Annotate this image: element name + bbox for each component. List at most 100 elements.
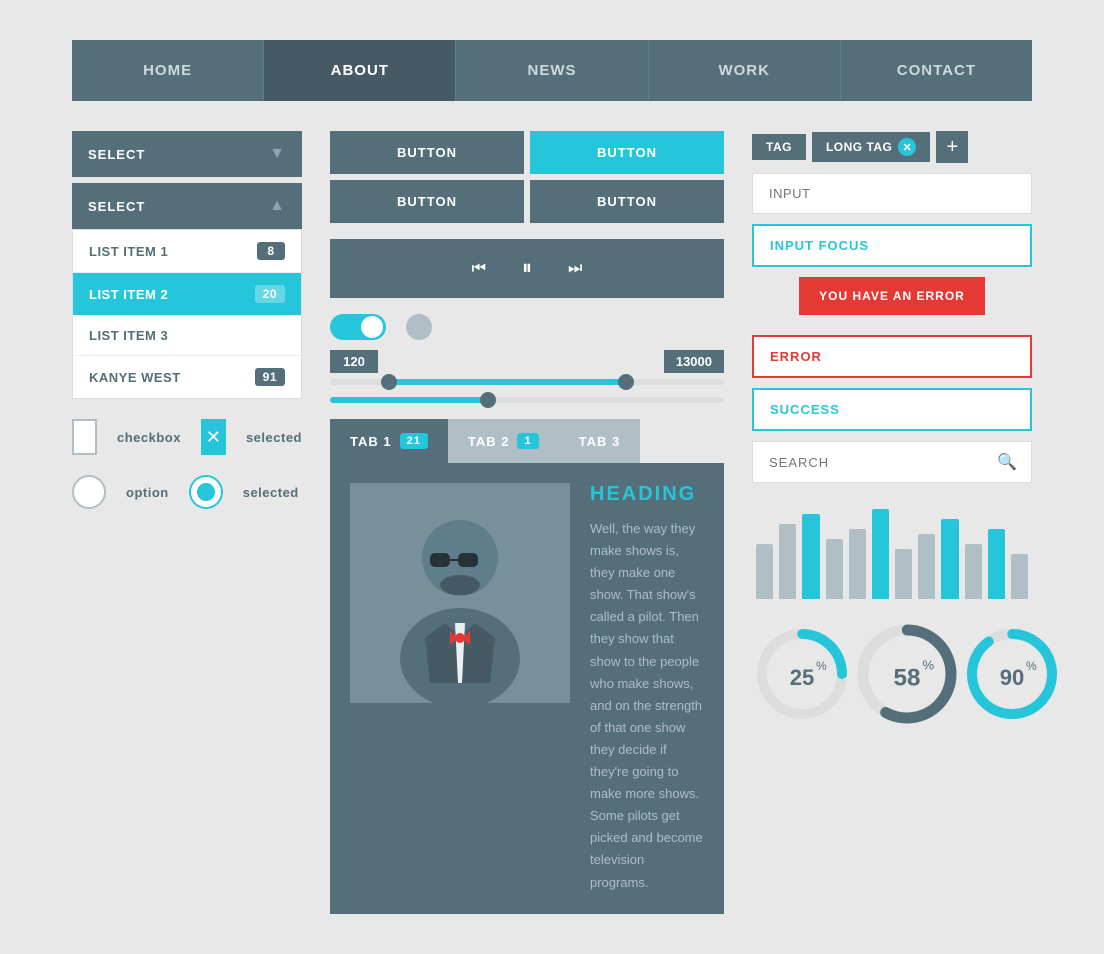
svg-text:25: 25 bbox=[790, 665, 814, 690]
tab-3[interactable]: TAB 3 bbox=[559, 419, 641, 463]
checkbox-label: checkbox bbox=[117, 430, 181, 445]
bar-chart bbox=[752, 499, 1032, 599]
svg-text:%: % bbox=[1026, 659, 1037, 673]
tags-row: TAG LONG TAG ✕ + bbox=[752, 131, 1032, 163]
svg-text:%: % bbox=[922, 658, 934, 673]
nav-about[interactable]: ABOUT bbox=[264, 40, 456, 101]
donut-chart: 25% bbox=[752, 624, 852, 724]
donuts-row: 25%58%90% bbox=[752, 619, 1032, 729]
button-grid: BUTTON BUTTON BUTTON BUTTON bbox=[330, 131, 724, 223]
list-item-label: LIST ITEM 3 bbox=[89, 328, 168, 343]
media-player: ⏮ ⏸ ⏭ bbox=[330, 239, 724, 298]
chart-bar bbox=[802, 514, 819, 599]
checkbox-checked[interactable]: ✕ bbox=[201, 419, 226, 455]
radio-selected[interactable] bbox=[189, 475, 223, 509]
radio-unselected[interactable] bbox=[72, 475, 106, 509]
slider-track[interactable] bbox=[330, 379, 724, 385]
search-icon-button[interactable]: 🔍 bbox=[983, 442, 1031, 482]
mid-column: BUTTON BUTTON BUTTON BUTTON ⏮ ⏸ ⏭ 120 1 bbox=[330, 131, 724, 914]
list-item[interactable]: LIST ITEM 1 8 bbox=[73, 230, 301, 273]
chart-bar bbox=[872, 509, 889, 599]
tag-add-button[interactable]: + bbox=[936, 131, 968, 163]
error-tooltip-wrap: YOU HAVE AN ERROR bbox=[752, 277, 1032, 325]
input-field[interactable] bbox=[752, 173, 1032, 214]
tag-2-label: LONG TAG bbox=[826, 140, 892, 154]
chart-bar bbox=[941, 519, 958, 599]
chart-bar bbox=[779, 524, 796, 599]
donut-chart: 58% bbox=[852, 619, 962, 729]
button-3[interactable]: BUTTON bbox=[330, 180, 524, 223]
chevron-down-icon: ▼ bbox=[269, 145, 286, 163]
tabs: TAB 1 21 TAB 2 1 TAB 3 bbox=[330, 419, 724, 463]
input-focus-field[interactable] bbox=[752, 224, 1032, 267]
toggle-row bbox=[330, 314, 724, 340]
single-slider[interactable] bbox=[330, 397, 724, 403]
list-item-badge: 20 bbox=[255, 285, 285, 303]
select-1-label: SELECT bbox=[88, 147, 145, 162]
chart-bar bbox=[988, 529, 1005, 599]
list-item-label: KANYE WEST bbox=[89, 370, 181, 385]
chart-bar bbox=[918, 534, 935, 599]
toggle-circle[interactable] bbox=[406, 314, 432, 340]
selected-radio-label: selected bbox=[243, 485, 299, 500]
nav-work[interactable]: WORK bbox=[649, 40, 841, 101]
tab-image bbox=[350, 483, 570, 703]
button-1[interactable]: BUTTON bbox=[330, 131, 524, 174]
chart-bar bbox=[965, 544, 982, 599]
tab-1[interactable]: TAB 1 21 bbox=[330, 419, 448, 463]
tab-2-badge: 1 bbox=[517, 433, 538, 449]
nav-news[interactable]: NEWS bbox=[456, 40, 648, 101]
search-box: 🔍 bbox=[752, 441, 1032, 483]
chart-bar bbox=[1011, 554, 1028, 599]
svg-text:%: % bbox=[816, 659, 827, 673]
checkbox-row: checkbox ✕ selected bbox=[72, 419, 302, 455]
button-4[interactable]: BUTTON bbox=[530, 180, 724, 223]
chevron-up-icon: ▲ bbox=[269, 197, 286, 215]
error-field[interactable] bbox=[752, 335, 1032, 378]
select-2-label: SELECT bbox=[88, 199, 145, 214]
tab-2[interactable]: TAB 2 1 bbox=[448, 419, 559, 463]
main-nav: HOME ABOUT NEWS WORK CONTACT bbox=[72, 40, 1032, 101]
select-dropdown-1[interactable]: SELECT ▼ bbox=[72, 131, 302, 177]
slider-thumb-right[interactable] bbox=[618, 374, 634, 390]
list-item-badge: 91 bbox=[255, 368, 285, 386]
donut-chart: 90% bbox=[962, 624, 1062, 724]
error-button[interactable]: YOU HAVE AN ERROR bbox=[799, 277, 985, 315]
search-input[interactable] bbox=[753, 443, 983, 482]
prev-button[interactable]: ⏮ bbox=[454, 252, 504, 286]
list-item[interactable]: LIST ITEM 2 20 bbox=[73, 273, 301, 316]
tab-1-label: TAB 1 bbox=[350, 434, 392, 449]
search-icon: 🔍 bbox=[997, 454, 1017, 471]
list-item[interactable]: LIST ITEM 3 bbox=[73, 316, 301, 356]
pause-button[interactable]: ⏸ bbox=[504, 249, 550, 288]
list-item-badge: 8 bbox=[257, 242, 285, 260]
chart-bar bbox=[849, 529, 866, 599]
next-button[interactable]: ⏭ bbox=[550, 252, 600, 286]
tag-remove-icon[interactable]: ✕ bbox=[898, 138, 916, 156]
dual-slider: 120 13000 bbox=[330, 350, 724, 385]
select-dropdown-2[interactable]: SELECT ▲ bbox=[72, 183, 302, 229]
single-slider-thumb[interactable] bbox=[480, 392, 496, 408]
slider-right-value: 13000 bbox=[664, 350, 724, 373]
list-item[interactable]: KANYE WEST 91 bbox=[73, 356, 301, 398]
button-2[interactable]: BUTTON bbox=[530, 131, 724, 174]
nav-home[interactable]: HOME bbox=[72, 40, 264, 101]
tag-1[interactable]: TAG bbox=[752, 134, 806, 160]
tab-1-badge: 21 bbox=[400, 433, 428, 449]
list-item-label: LIST ITEM 1 bbox=[89, 244, 168, 259]
svg-text:58: 58 bbox=[894, 664, 921, 691]
option-label: option bbox=[126, 485, 169, 500]
checkbox-unchecked[interactable] bbox=[72, 419, 97, 455]
list-item-label: LIST ITEM 2 bbox=[89, 287, 168, 302]
toggle-on[interactable] bbox=[330, 314, 386, 340]
tag-2[interactable]: LONG TAG ✕ bbox=[812, 132, 930, 162]
list-container: LIST ITEM 1 8 LIST ITEM 2 20 LIST ITEM 3… bbox=[72, 229, 302, 399]
nav-contact[interactable]: CONTACT bbox=[841, 40, 1032, 101]
slider-thumb-left[interactable] bbox=[381, 374, 397, 390]
success-field[interactable] bbox=[752, 388, 1032, 431]
tab-2-label: TAB 2 bbox=[468, 434, 510, 449]
chart-bar bbox=[756, 544, 773, 599]
tab-heading: HEADING bbox=[590, 483, 704, 506]
tab-content: HEADING Well, the way they make shows is… bbox=[330, 463, 724, 914]
chart-bar bbox=[895, 549, 912, 599]
